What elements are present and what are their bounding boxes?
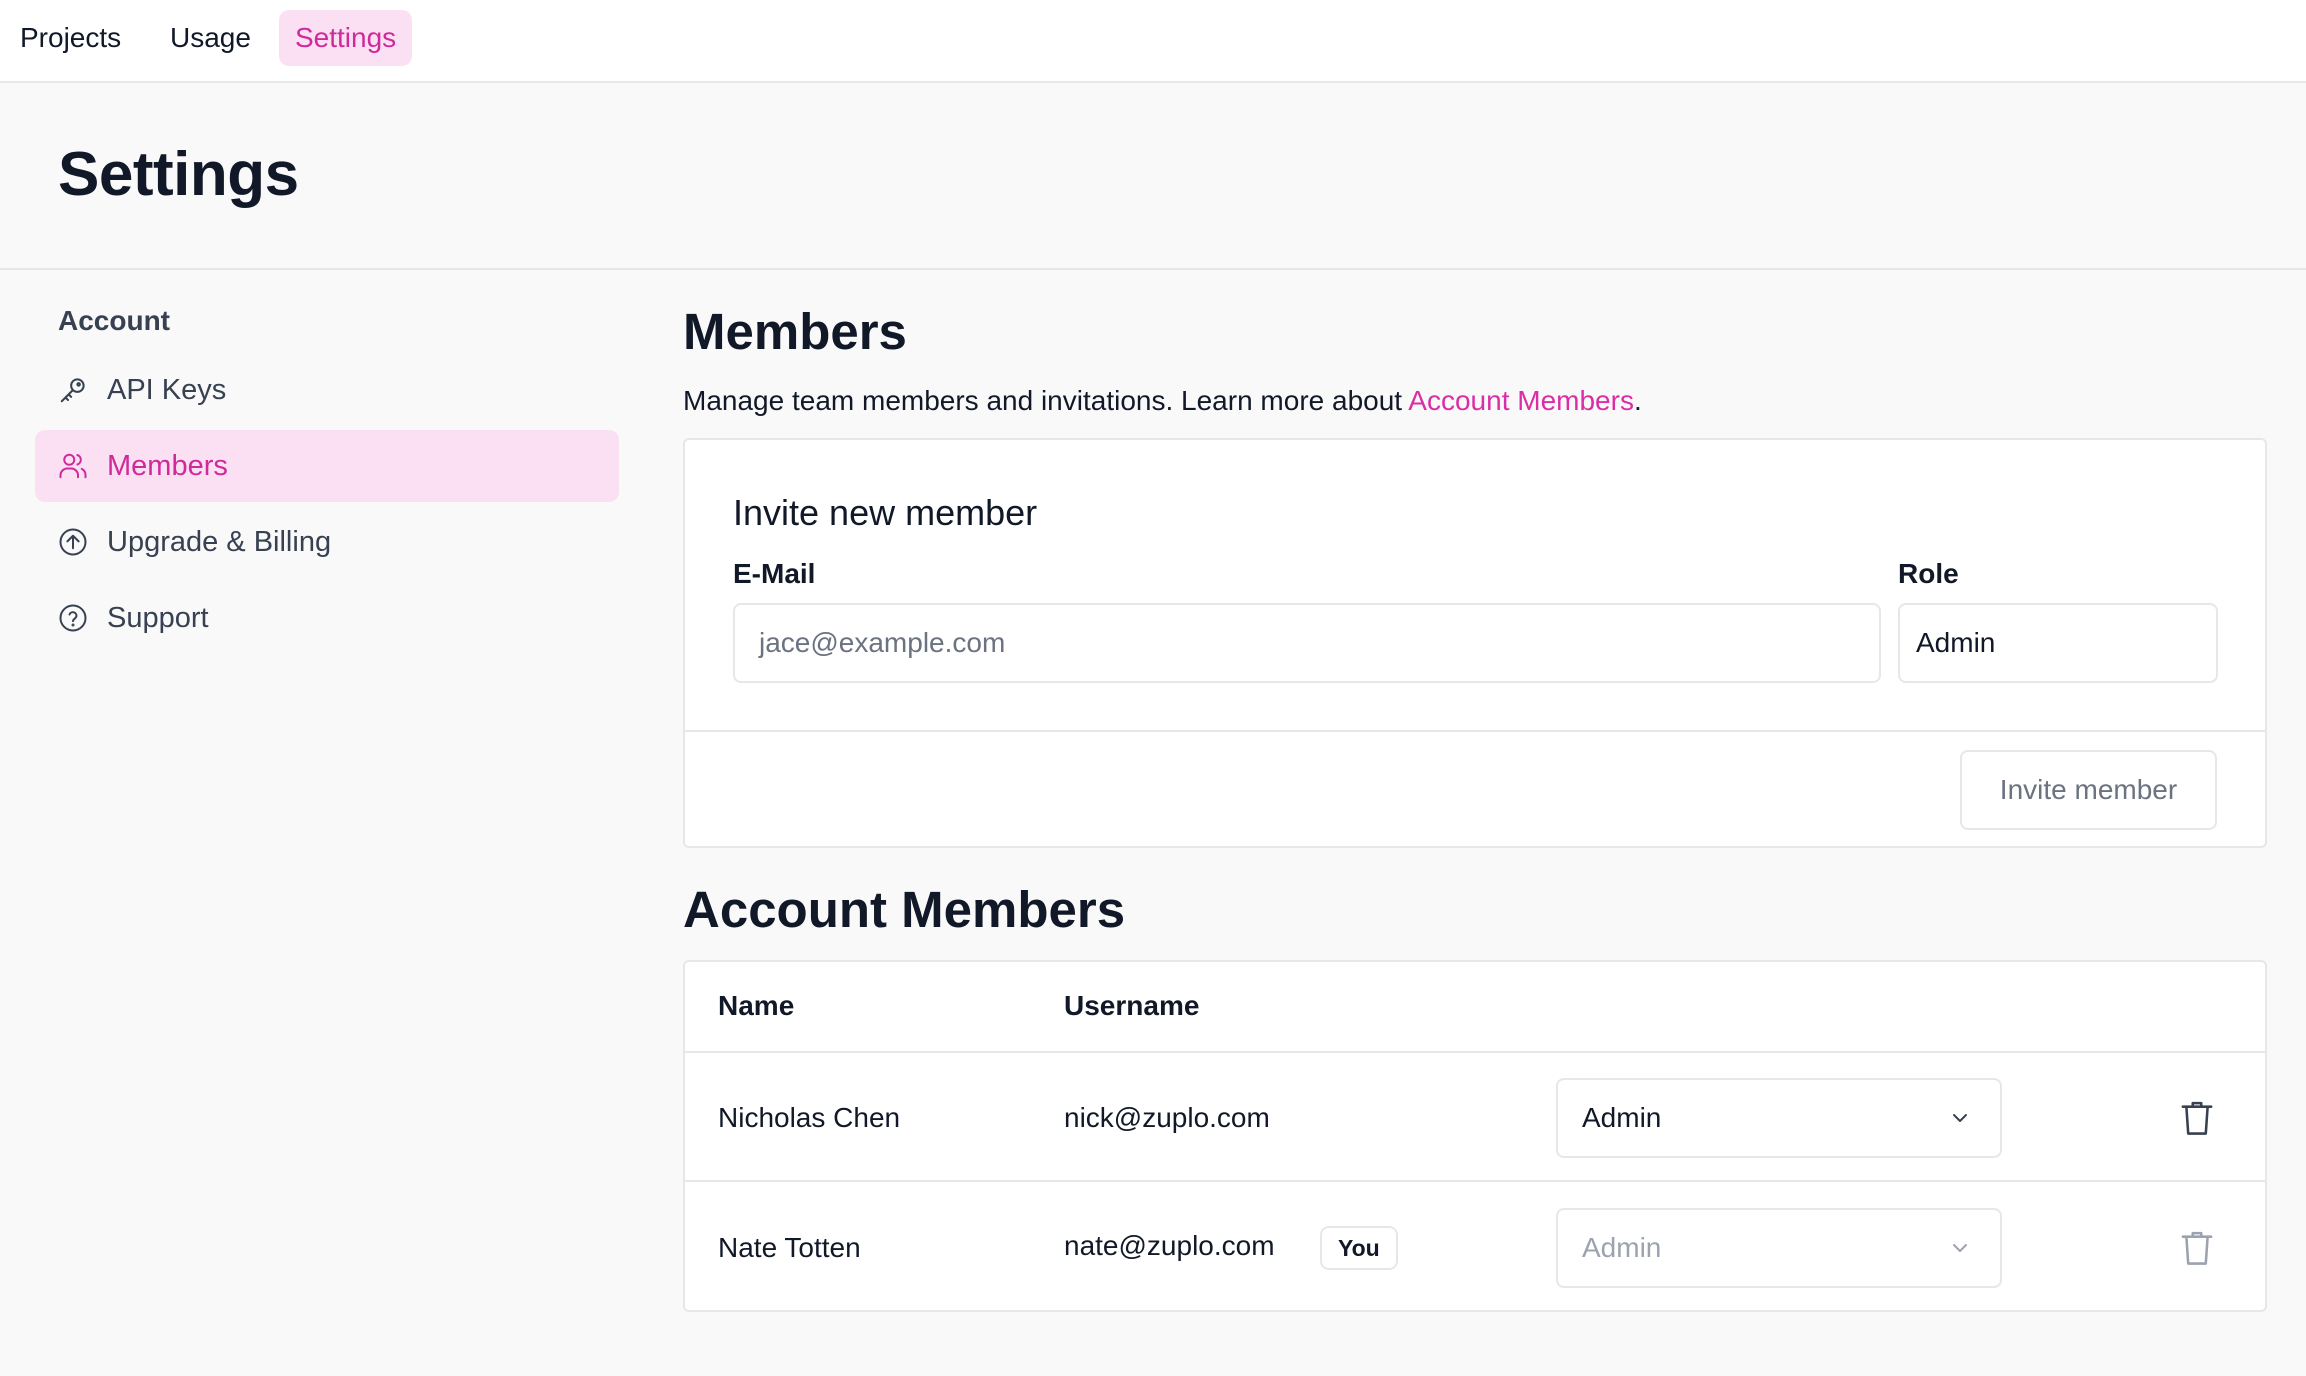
you-badge: You bbox=[1320, 1226, 1398, 1270]
sidebar-item-support[interactable]: Support bbox=[35, 582, 619, 654]
sidebar-item-label: Support bbox=[107, 602, 209, 634]
invite-member-button[interactable]: Invite member bbox=[1960, 750, 2217, 830]
email-input[interactable]: jace@example.com bbox=[733, 603, 1881, 683]
column-header-name: Name bbox=[718, 990, 795, 1021]
nav-tab-usage[interactable]: Usage bbox=[154, 10, 267, 66]
description-suffix: . bbox=[1633, 385, 1642, 416]
member-username: nick@zuplo.com bbox=[1064, 1102, 1270, 1133]
nav-tab-settings[interactable]: Settings bbox=[279, 10, 413, 66]
sidebar-item-label: Members bbox=[107, 450, 228, 482]
sidebar-item-members[interactable]: Members bbox=[35, 430, 619, 502]
sidebar-heading: Account bbox=[58, 305, 170, 336]
trash-icon bbox=[2181, 1231, 2213, 1265]
row-divider bbox=[685, 1180, 2265, 1182]
member-name: Nicholas Chen bbox=[718, 1102, 901, 1133]
invite-title: Invite new member bbox=[733, 492, 1038, 533]
sidebar-item-label: API Keys bbox=[107, 374, 227, 406]
key-icon bbox=[60, 378, 85, 403]
role-select-disabled: Admin bbox=[1556, 1208, 2002, 1288]
account-members-title: Account Members bbox=[683, 881, 1126, 938]
arrow-up-circle-icon bbox=[59, 528, 87, 556]
members-table: Name Username Nicholas Chen nick@zuplo.c… bbox=[683, 960, 2267, 1312]
question-circle-icon bbox=[59, 604, 87, 632]
trash-icon[interactable] bbox=[2180, 1099, 2214, 1137]
column-header-username: Username bbox=[1064, 990, 1200, 1021]
role-label: Role bbox=[1898, 558, 1959, 589]
chevron-down-icon bbox=[1953, 1244, 1967, 1252]
members-title: Members bbox=[683, 303, 907, 360]
role-select-value: Admin bbox=[1582, 1232, 1662, 1263]
member-name: Nate Totten bbox=[718, 1232, 861, 1263]
nav-tab-projects[interactable]: Projects bbox=[4, 10, 137, 66]
sidebar-item-upgrade-billing[interactable]: Upgrade & Billing bbox=[35, 506, 619, 578]
card-divider bbox=[685, 730, 2265, 732]
chevron-down-icon bbox=[1953, 1114, 1967, 1122]
role-input[interactable]: Admin bbox=[1898, 603, 2218, 683]
account-members-link[interactable]: Account Members bbox=[1408, 385, 1634, 416]
sidebar-item-label: Upgrade & Billing bbox=[107, 526, 332, 558]
members-description: Manage team members and invitations. Lea… bbox=[683, 385, 1642, 417]
description-text: Manage team members and invitations. Lea… bbox=[683, 385, 1409, 416]
invite-card: Invite new member E-Mail Role jace@examp… bbox=[683, 438, 2267, 848]
page-title: Settings bbox=[58, 140, 299, 209]
users-icon bbox=[59, 453, 87, 479]
member-username: nate@zuplo.com bbox=[1064, 1230, 1275, 1261]
role-select-value: Admin bbox=[1582, 1102, 1662, 1133]
role-select[interactable]: Admin bbox=[1556, 1078, 2002, 1158]
header-divider bbox=[685, 1051, 2265, 1053]
email-label: E-Mail bbox=[733, 558, 816, 589]
top-nav: Projects Usage Settings bbox=[0, 0, 2306, 83]
sidebar-item-api-keys[interactable]: API Keys bbox=[35, 354, 619, 426]
page-header: Settings bbox=[0, 83, 2306, 270]
